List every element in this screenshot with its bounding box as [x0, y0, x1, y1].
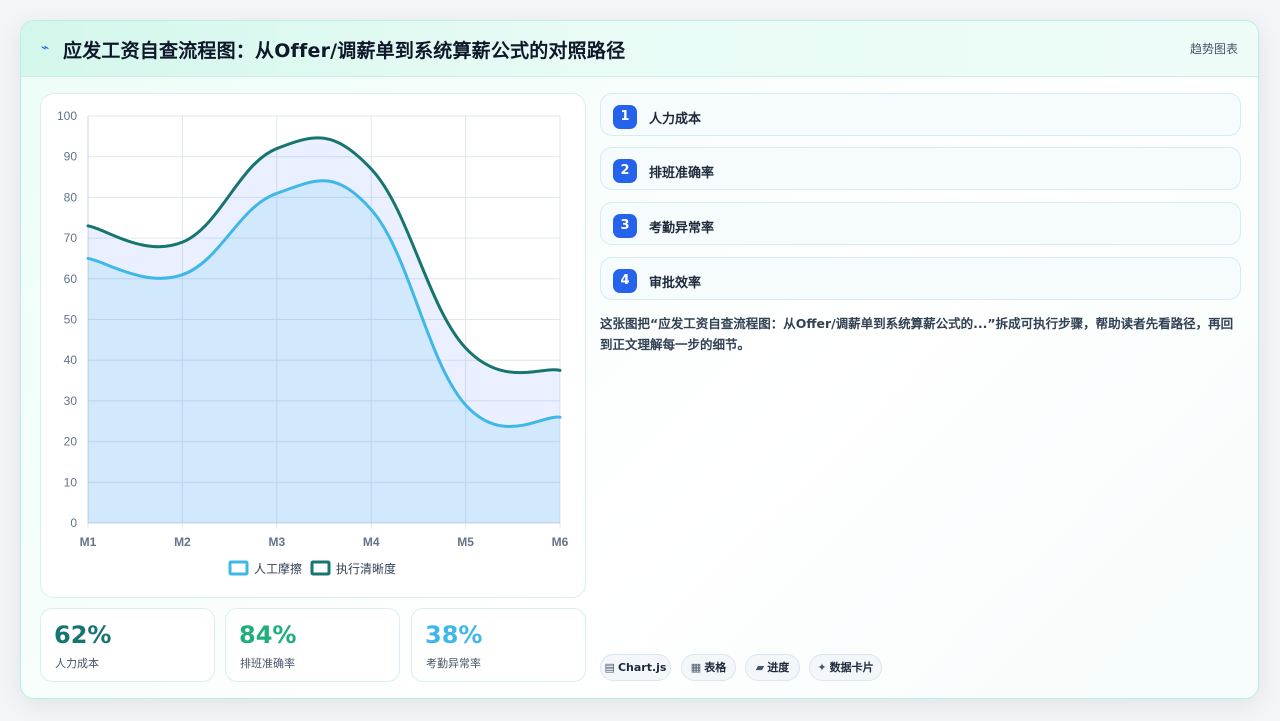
stat-label: 排班准确率	[240, 657, 295, 670]
step-number-badge: 3	[613, 214, 637, 238]
table-icon: ▦	[690, 661, 702, 674]
y-tick-label: 0	[70, 516, 77, 530]
stat-value: 38%	[425, 621, 483, 649]
stat-card-attendance-anomaly: 38% 考勤异常率	[411, 608, 586, 682]
page-title: 应发工资自查流程图：从Offer/调薪单到系统算薪公式的对照路径	[63, 40, 626, 62]
y-tick-label: 80	[64, 190, 78, 204]
chip-label: 进度	[767, 661, 790, 674]
stat-value: 84%	[239, 621, 297, 649]
chip-data-card[interactable]: ✦ 数据卡片	[809, 654, 882, 681]
chip-label: 数据卡片	[829, 661, 874, 674]
y-tick-label: 90	[64, 150, 78, 164]
stat-label: 考勤异常率	[426, 657, 481, 670]
y-tick-label: 40	[64, 353, 78, 367]
y-tick-label: 60	[64, 272, 78, 286]
step-number-badge: 4	[613, 269, 637, 293]
stat-label: 人力成本	[55, 657, 99, 670]
area-fill	[88, 180, 560, 523]
chip-label: Chart.js	[617, 661, 667, 674]
x-tick-label: M6	[552, 535, 569, 549]
legend-swatch	[310, 560, 331, 576]
y-tick-label: 100	[57, 109, 77, 123]
x-tick-label: M4	[363, 535, 380, 549]
stat-value: 62%	[54, 621, 112, 649]
header-bar: ⌁ 应发工资自查流程图：从Offer/调薪单到系统算薪公式的对照路径 趋势图表	[21, 21, 1258, 77]
chip-progress[interactable]: ▰ 进度	[745, 654, 800, 681]
step-label: 人力成本	[649, 112, 702, 127]
chip-label: 表格	[704, 661, 727, 674]
step-label: 排班准确率	[649, 166, 715, 181]
stat-card-labor-cost: 62% 人力成本	[40, 608, 215, 682]
stat-card-schedule-accuracy: 84% 排班准确率	[225, 608, 400, 682]
x-tick-label: M1	[80, 535, 97, 549]
y-tick-label: 50	[64, 313, 78, 327]
main-card: ⌁ 应发工资自查流程图：从Offer/调薪单到系统算薪公式的对照路径 趋势图表 …	[20, 20, 1259, 699]
x-tick-label: M2	[174, 535, 191, 549]
step-item-2[interactable]: 2 排班准确率	[600, 147, 1241, 190]
legend-swatch	[228, 560, 249, 576]
legend-label: 执行清晰度	[336, 561, 396, 576]
step-number-badge: 2	[613, 159, 637, 183]
progress-icon: ▰	[755, 661, 765, 674]
x-tick-label: M3	[268, 535, 285, 549]
step-item-4[interactable]: 4 审批效率	[600, 257, 1241, 300]
chip-table[interactable]: ▦ 表格	[681, 654, 736, 681]
chart-panel: 0 10 20 30 40 50 60 70 80 90 100 M1 M2 M3 M4 M5 M6 人工摩擦 执行…	[40, 93, 586, 598]
description-text: 这张图把“应发工资自查流程图：从Offer/调薪单到系统算薪公式的...”拆成可…	[600, 316, 1234, 352]
chip-chartjs[interactable]: ▤ Chart.js	[600, 654, 671, 681]
y-tick-label: 30	[64, 394, 78, 408]
chart-type-tag: 趋势图表	[1189, 42, 1238, 56]
y-tick-label: 70	[64, 231, 78, 245]
y-tick-label: 20	[64, 435, 78, 449]
legend-label: 人工摩擦	[254, 561, 302, 576]
x-tick-label: M5	[457, 535, 474, 549]
chart-icon: ▤	[604, 661, 615, 674]
step-label: 考勤异常率	[649, 221, 715, 236]
step-number-badge: 1	[613, 105, 637, 129]
bolt-icon: ⌁	[41, 40, 50, 56]
step-item-3[interactable]: 3 考勤异常率	[600, 202, 1241, 245]
sparkle-icon: ✦	[817, 661, 827, 674]
y-tick-label: 10	[64, 475, 78, 489]
step-item-1[interactable]: 1 人力成本	[600, 93, 1241, 136]
area-chart: 0 10 20 30 40 50 60 70 80 90 100 M1 M2 M3 M4 M5 M6 人工摩擦 执行…	[57, 109, 569, 576]
step-label: 审批效率	[649, 276, 702, 291]
